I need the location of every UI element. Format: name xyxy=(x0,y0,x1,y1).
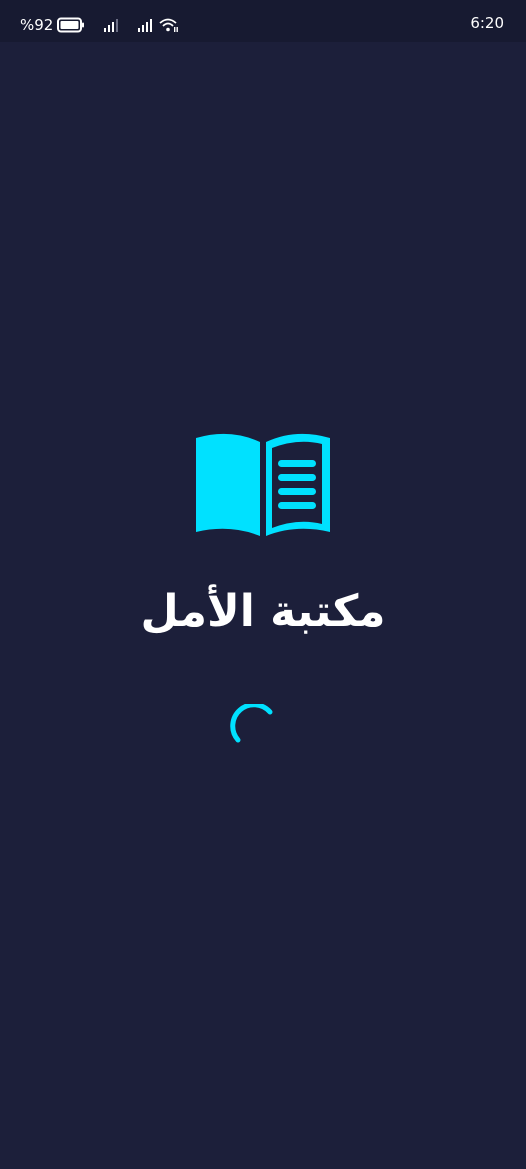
signal-icon xyxy=(138,19,153,32)
wifi-icon xyxy=(159,18,179,32)
status-bar: %92 6:20 xyxy=(0,0,526,42)
app-title: مكتبة الأمل xyxy=(140,586,386,637)
spinner-icon xyxy=(230,704,273,743)
open-book-icon xyxy=(196,433,330,536)
splash-screen: %92 6:20 مكتبة الأمل xyxy=(0,0,526,1169)
status-bar-left: %92 xyxy=(20,14,179,36)
battery-icon xyxy=(57,17,85,33)
signal-icon xyxy=(104,19,119,32)
splash-content: مكتبة الأمل xyxy=(0,42,526,1169)
clock: 6:20 xyxy=(470,14,504,32)
battery-percentage: %92 xyxy=(20,15,54,34)
